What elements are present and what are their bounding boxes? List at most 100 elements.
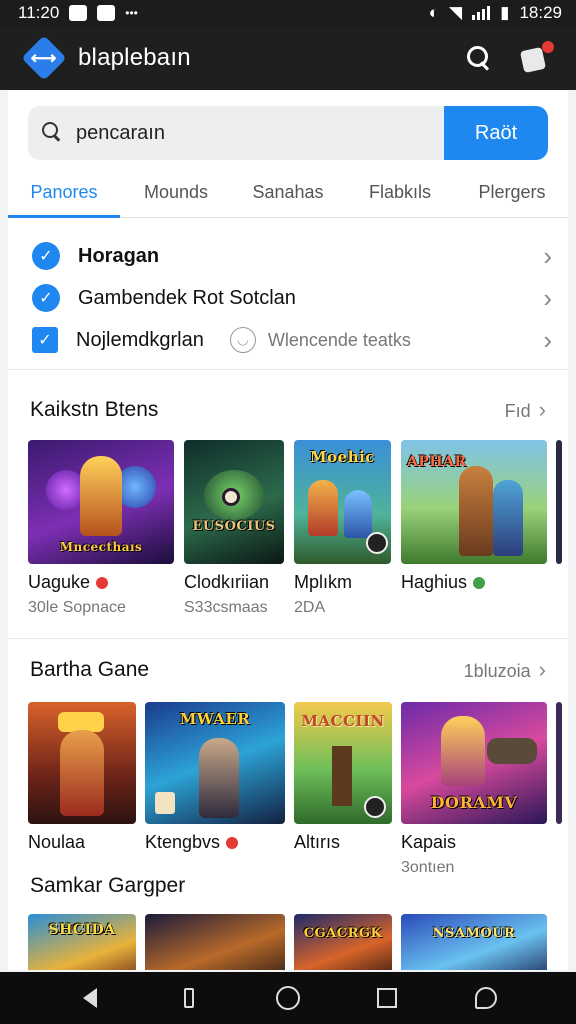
game-title: Uaguke xyxy=(28,572,91,592)
section-header-2: Bartha Gane 1bluzoia › xyxy=(30,654,546,686)
filter-label: Nojlemdkgrlan xyxy=(76,328,204,351)
game-thumbnail: NSAMOUR xyxy=(401,914,547,970)
game-thumbnail xyxy=(556,440,562,564)
filter-row-horagan[interactable]: ✓ Horagan › xyxy=(32,236,552,276)
game-thumbnail: SHCIDA xyxy=(28,914,136,970)
game-card[interactable]: DORAMV Kapais 3ontıen xyxy=(401,702,547,877)
main-content: Raöt Panores Mounds Sanahas Flabkıls Ple… xyxy=(8,90,568,970)
battery-icon: ▮ xyxy=(500,3,510,22)
filter-row-gambendek[interactable]: ✓ Gambendek Rot Sotclan › xyxy=(32,278,552,318)
home-icon[interactable] xyxy=(268,978,308,1018)
game-thumbnail: Moehic xyxy=(294,440,391,564)
game-art-text: Moehic xyxy=(310,448,375,466)
vibrate-icon: ◐ xyxy=(428,3,440,22)
game-card[interactable]: Noulaa xyxy=(28,702,136,853)
chevron-right-icon: › xyxy=(538,657,546,682)
game-card[interactable]: EUSOCIUS Clodkıriian S33csmaas xyxy=(184,440,284,617)
section-title: Bartha Gane xyxy=(30,658,150,681)
recents-icon[interactable] xyxy=(367,978,407,1018)
game-thumbnail: CGACRGK xyxy=(294,914,392,970)
game-subtitle: S33csmaas xyxy=(184,599,268,616)
game-title: Clodkıriian xyxy=(184,572,270,592)
game-title: Noulaa xyxy=(28,832,86,852)
filter-label: Horagan xyxy=(78,244,160,267)
wifi-icon: ◥ xyxy=(449,3,463,22)
game-art-text: MACCIIN xyxy=(301,712,385,730)
section-see-all-link[interactable]: Fıd › xyxy=(505,397,546,423)
chevron-right-icon: › xyxy=(538,397,546,422)
search-bar: Raöt xyxy=(28,106,548,160)
game-thumbnail xyxy=(28,702,136,824)
game-card[interactable]: SHCIDA xyxy=(28,914,136,970)
game-art-text: NSAMOUR xyxy=(432,926,516,941)
system-nav-bar xyxy=(0,972,576,1024)
pill-icon[interactable] xyxy=(169,978,209,1018)
game-art-text: APHAR xyxy=(407,454,467,470)
game-card-partial[interactable] xyxy=(556,702,562,824)
game-card[interactable]: Mncecthaıs Uaguke 30le Sopnace xyxy=(28,440,174,617)
notification-icon xyxy=(69,5,88,21)
tab-plergers[interactable]: Plergers xyxy=(456,170,568,217)
game-art-text: DORAMV xyxy=(430,793,518,812)
chevron-right-icon: › xyxy=(543,283,552,313)
game-title: Mplıkm xyxy=(294,572,352,592)
chevron-right-icon: › xyxy=(543,325,552,355)
section-see-all-link[interactable]: 1bluzoia › xyxy=(464,657,546,683)
game-subtitle: 2DA xyxy=(294,599,326,616)
category-tabs: Panores Mounds Sanahas Flabkıls Plergers xyxy=(8,170,568,218)
more-notifications-icon: ••• xyxy=(125,6,138,20)
filter-label: Gambendek Rot Sotclan xyxy=(78,286,296,309)
status-time-right: 18:29 xyxy=(519,3,562,22)
game-title: Haghius xyxy=(401,572,468,592)
app-title: blaplebaın xyxy=(78,44,191,71)
filter-row-nojlemdkgrlan[interactable]: ✓ Nojlemdkgrlan ◡ Wlencende teatks › xyxy=(32,320,552,360)
game-title: Altırıs xyxy=(294,832,341,852)
game-card[interactable]: Moehic Mplıkm 2DA xyxy=(294,440,391,617)
game-subtitle: 30le Sopnace xyxy=(28,599,126,616)
search-icon[interactable] xyxy=(466,45,492,71)
profile-dice-icon[interactable] xyxy=(519,41,554,75)
game-card[interactable] xyxy=(145,914,285,970)
tab-mounds[interactable]: Mounds xyxy=(120,170,232,217)
game-card[interactable]: APHAR Haghius xyxy=(401,440,547,599)
status-bar: 11:20 ••• ◐ ◥ ▮ 18:29 xyxy=(0,0,576,26)
checkbox-icon[interactable]: ✓ xyxy=(32,327,58,353)
search-field-icon xyxy=(42,122,64,144)
chevron-right-icon: › xyxy=(543,241,552,271)
game-thumbnail: APHAR xyxy=(401,440,547,564)
tab-sanahas[interactable]: Sanahas xyxy=(232,170,344,217)
badge-icon xyxy=(96,576,109,589)
app-bar: ⟷ blaplebaın xyxy=(0,26,576,90)
search-button[interactable]: Raöt xyxy=(444,106,548,160)
game-art-text: CGACRGK xyxy=(303,926,383,941)
game-art-text: EUSOCIUS xyxy=(192,519,276,534)
game-card-partial[interactable] xyxy=(556,440,562,564)
game-thumbnail: EUSOCIUS xyxy=(184,440,284,564)
section-title: Kaikstn Btens xyxy=(30,398,159,421)
assistant-icon[interactable] xyxy=(466,978,506,1018)
face-icon: ◡ xyxy=(229,327,256,353)
game-card[interactable]: CGACRGK xyxy=(294,914,392,970)
game-card[interactable]: NSAMOUR xyxy=(401,914,547,970)
filter-note: Wlencende teatks xyxy=(267,329,411,350)
signal-icon xyxy=(472,6,491,20)
game-thumbnail: DORAMV xyxy=(401,702,547,824)
tab-flabkils[interactable]: Flabkıls xyxy=(344,170,456,217)
section-divider xyxy=(8,638,568,639)
game-art-text: SHCIDA xyxy=(48,922,116,938)
tab-panores[interactable]: Panores xyxy=(8,170,120,218)
filter-list: ✓ Horagan › ✓ Gambendek Rot Sotclan › ✓ … xyxy=(8,220,568,370)
game-title: Kapais xyxy=(401,832,457,852)
game-card[interactable]: MWAER Ktengbvs xyxy=(145,702,285,853)
check-icon: ✓ xyxy=(32,284,60,312)
check-icon: ✓ xyxy=(32,242,60,270)
section-header-3: Samkar Gargper xyxy=(30,870,546,902)
status-time-left: 11:20 xyxy=(18,3,60,22)
section-link-label: Fıd xyxy=(504,401,531,421)
game-art-text: MWAER xyxy=(179,710,251,728)
game-thumbnail xyxy=(556,702,562,824)
search-input[interactable] xyxy=(76,121,416,145)
back-icon[interactable] xyxy=(70,978,110,1018)
game-thumbnail: MACCIIN xyxy=(294,702,392,824)
game-card[interactable]: MACCIIN Altırıs xyxy=(294,702,392,853)
